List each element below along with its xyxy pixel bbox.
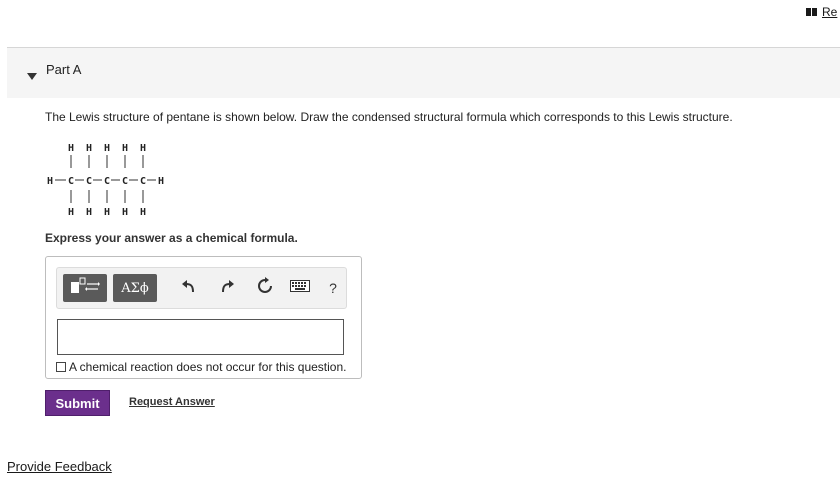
no-reaction-option[interactable]: A chemical reaction does not occur for t… — [56, 360, 346, 374]
provide-feedback-link[interactable]: Provide Feedback — [7, 459, 112, 474]
symbols-button[interactable]: ΑΣϕ — [113, 274, 157, 302]
redo-button[interactable] — [215, 276, 239, 300]
question-text: The Lewis structure of pentane is shown … — [45, 110, 733, 124]
lewis-atom: H — [104, 207, 110, 218]
no-reaction-checkbox[interactable] — [56, 362, 66, 372]
lewis-atom: C — [68, 176, 74, 187]
part-title: Part A — [46, 62, 82, 77]
lewis-atom: H — [86, 207, 92, 218]
lewis-atom: C — [86, 176, 92, 187]
undo-icon — [181, 278, 197, 299]
answer-box: ΑΣϕ ? A chemical reaction does not occur… — [45, 256, 362, 379]
submit-button[interactable]: Submit — [45, 390, 110, 416]
lewis-atom: H — [140, 143, 146, 154]
keyboard-icon — [290, 279, 310, 297]
equation-toolbar: ΑΣϕ ? — [56, 267, 347, 309]
lewis-atom: H — [122, 143, 128, 154]
lewis-atom: H — [122, 207, 128, 218]
lewis-atom: H — [68, 207, 74, 218]
lewis-atom: H — [140, 207, 146, 218]
answer-input[interactable] — [57, 319, 344, 355]
lewis-atom: H — [47, 176, 53, 187]
lewis-atom: H — [68, 143, 74, 154]
part-header[interactable]: Part A — [7, 47, 840, 98]
redo-icon — [219, 278, 235, 299]
help-button[interactable]: ? — [323, 276, 343, 300]
book-icon — [806, 7, 818, 17]
template-button[interactable] — [63, 274, 107, 302]
template-icon — [68, 276, 102, 301]
lewis-atom: H — [158, 176, 164, 187]
review-link-label: Re — [822, 5, 838, 19]
lewis-atom: H — [104, 143, 110, 154]
reset-button[interactable] — [253, 276, 277, 300]
lewis-atom: C — [122, 176, 128, 187]
request-answer-link[interactable]: Request Answer — [129, 396, 215, 408]
lewis-atom: C — [104, 176, 110, 187]
lewis-atom: H — [86, 143, 92, 154]
reset-icon — [256, 276, 274, 300]
review-link[interactable]: Re — [806, 5, 837, 19]
answer-instructions: Express your answer as a chemical formul… — [45, 231, 298, 245]
lewis-atom: C — [140, 176, 146, 187]
keyboard-button[interactable] — [287, 276, 313, 300]
caret-down-icon[interactable] — [27, 67, 37, 85]
no-reaction-label: A chemical reaction does not occur for t… — [69, 360, 347, 374]
undo-button[interactable] — [177, 276, 201, 300]
lewis-structure: H H H H H H C C C C C H H H H H H — [47, 143, 164, 218]
